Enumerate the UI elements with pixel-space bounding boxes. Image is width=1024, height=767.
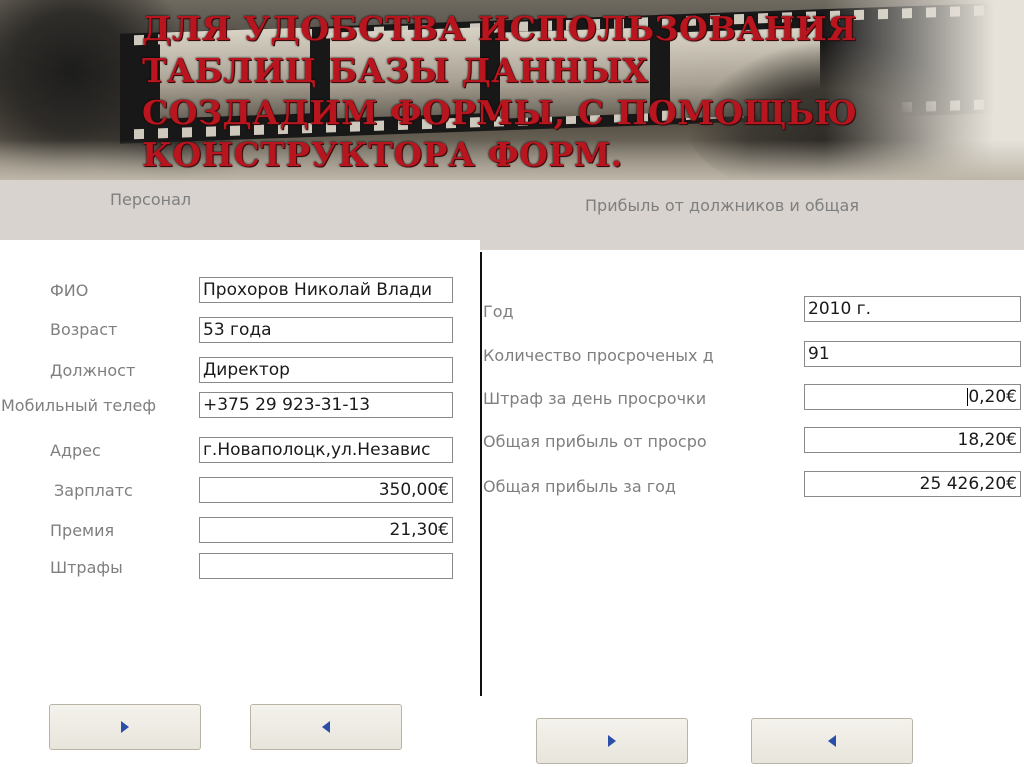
text-cursor <box>967 388 968 406</box>
overdue-days-field[interactable]: 91 <box>804 341 1021 367</box>
personnel-next-button[interactable] <box>49 704 201 750</box>
slide-title: Для удобства использования таблиц базы д… <box>142 9 858 174</box>
personnel-form-panel <box>0 240 480 700</box>
field-label-bonus: Премия <box>50 521 115 540</box>
field-label-age: Возраст <box>50 320 118 339</box>
phone-field[interactable]: +375 29 923-31-13 <box>199 392 453 418</box>
field-label-yearly-profit: Общая прибыль за год <box>483 477 676 496</box>
form-divider <box>480 252 482 696</box>
profit-form-title: Прибыль от должников и общая <box>585 196 859 215</box>
slide-page: Для удобства использования таблиц базы д… <box>0 0 1024 767</box>
field-label-fines: Штрафы <box>50 558 123 577</box>
field-label-address: Адрес <box>50 441 101 460</box>
arrow-left-icon <box>828 735 836 747</box>
personnel-form-title: Персонал <box>110 190 192 209</box>
field-label-year: Год <box>483 302 514 321</box>
position-field[interactable]: Директор <box>199 357 453 383</box>
fines-field[interactable] <box>199 553 453 579</box>
field-label-position: Должност <box>50 361 136 380</box>
daily-fine-field[interactable]: 0,20€ <box>804 384 1021 410</box>
field-label-salary: Зарплатс <box>54 481 133 500</box>
profit-next-button[interactable] <box>536 718 688 764</box>
age-field[interactable]: 53 года <box>199 317 453 343</box>
field-label-phone: Мобильный телеф <box>1 396 157 415</box>
year-field[interactable]: 2010 г. <box>804 296 1021 322</box>
personnel-prev-button[interactable] <box>250 704 402 750</box>
address-field[interactable]: г.Новаполоцк,ул.Независ <box>199 437 453 463</box>
bonus-field[interactable]: 21,30€ <box>199 517 453 543</box>
film-strip-banner: Для удобства использования таблиц базы д… <box>0 0 1024 180</box>
arrow-left-icon <box>322 721 330 733</box>
field-label-fio: ФИО <box>50 281 89 300</box>
salary-field[interactable]: 350,00€ <box>199 477 453 503</box>
overdue-profit-field[interactable]: 18,20€ <box>804 427 1021 453</box>
fio-field[interactable]: Прохоров Николай Влади <box>199 277 453 303</box>
profit-prev-button[interactable] <box>751 718 913 764</box>
arrow-right-icon <box>608 735 616 747</box>
field-label-overdue-profit: Общая прибыль от просро <box>483 432 707 451</box>
arrow-right-icon <box>121 721 129 733</box>
field-label-daily-fine: Штраф за день просрочки <box>483 389 707 408</box>
yearly-profit-field[interactable]: 25 426,20€ <box>804 471 1021 497</box>
field-label-overdue-days: Количество просроченых д <box>483 346 714 365</box>
